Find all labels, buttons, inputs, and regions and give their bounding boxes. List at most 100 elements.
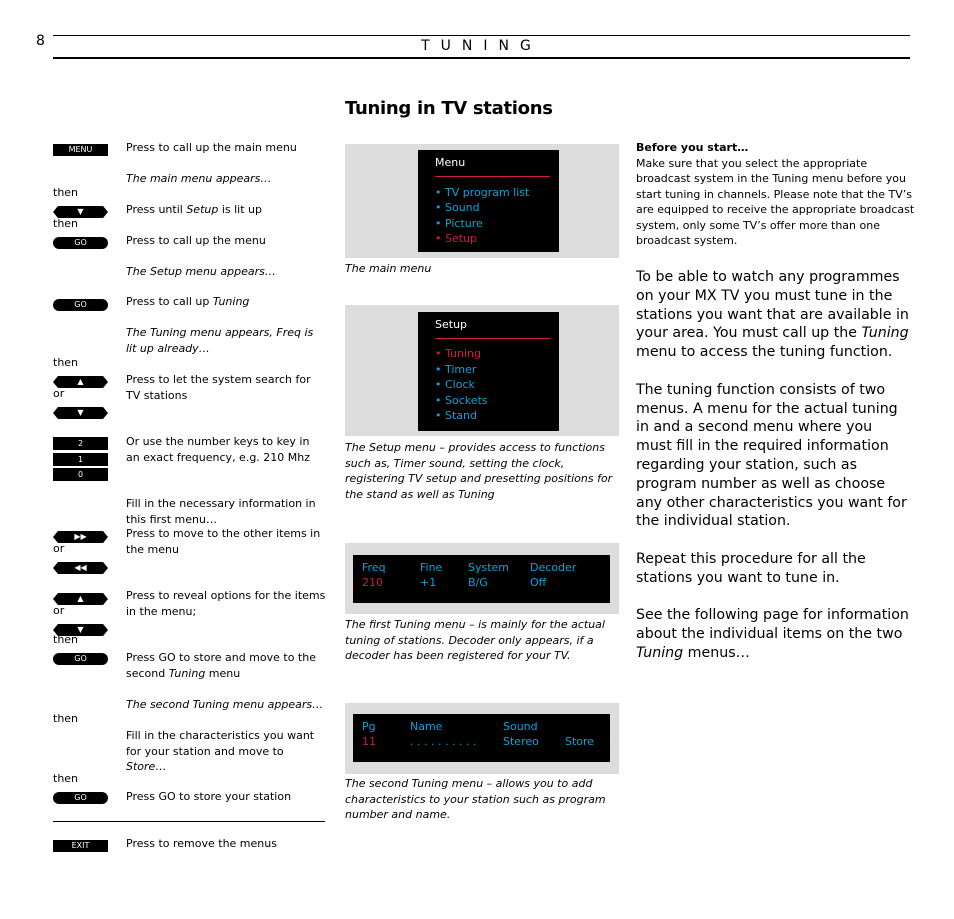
number-key-0: 0 xyxy=(53,468,108,481)
setup-menu-item-tuning: • Tuning xyxy=(435,347,481,360)
before-you-start-title: Before you start… xyxy=(636,141,749,154)
step-text: is lit up xyxy=(218,203,262,216)
step-note-second-tuning: The second Tuning menu appears… xyxy=(126,698,324,711)
setup-menu-screen: Setup • Tuning • Timer • Clock • Sockets… xyxy=(418,312,559,431)
connector-or: or xyxy=(53,604,65,617)
number-key-2: 2 xyxy=(53,437,108,450)
tuning-2-header-pg: Pg xyxy=(362,720,376,733)
menu-key: MENU xyxy=(53,144,108,156)
connector-or: or xyxy=(53,387,65,400)
section-title: TUNING xyxy=(421,38,542,54)
exit-key: EXIT xyxy=(53,840,108,852)
page-title: Tuning in TV stations xyxy=(345,98,553,119)
paragraph-tuning-function: The tuning function consists of two menu… xyxy=(636,381,907,530)
step-note-setup-menu: The Setup menu appears… xyxy=(126,265,276,278)
step-number-keys: Or use the number keys to key in an exac… xyxy=(126,435,311,464)
step-text: Press to call up xyxy=(126,295,213,308)
step-emphasis: Tuning xyxy=(168,666,206,680)
step-press-until-setup: Press until Setup is lit up xyxy=(126,202,326,218)
paragraph-repeat: Repeat this procedure for all the statio… xyxy=(636,550,866,586)
paragraph-see-following: See the following page for information a… xyxy=(636,606,911,662)
tuning-1-value-decoder: Off xyxy=(530,576,547,589)
step-remove-menus: Press to remove the menus xyxy=(126,837,277,850)
connector-or: or xyxy=(53,542,65,555)
main-menu-item-tv-program-list: • TV program list xyxy=(435,186,530,199)
tuning-1-header-freq: Freq xyxy=(362,561,386,574)
step-note-tuning-menu: The Tuning menu appears, Freq is lit up … xyxy=(126,326,314,355)
tuning-1-value-system: B/G xyxy=(468,576,488,589)
step-call-menu: Press to call up the menu xyxy=(126,234,266,247)
step-emphasis: Setup xyxy=(186,203,219,216)
go-key: GO xyxy=(53,237,108,249)
main-menu-item-sound: • Sound xyxy=(435,201,480,214)
number-key-1: 1 xyxy=(53,453,108,466)
step-store-move-second: Press GO to store and move to the second… xyxy=(126,650,326,681)
before-you-start: Before you start… Make sure that you sel… xyxy=(636,140,916,249)
step-note-fill-first-menu: Fill in the necessary information in thi… xyxy=(126,497,316,526)
tuning-2-value-pg: 11 xyxy=(362,735,376,748)
connector-then: then xyxy=(53,356,79,369)
connector-then: then xyxy=(53,633,79,646)
step-note-main-menu: The main menu appears… xyxy=(126,172,272,185)
step-store-station: Press GO to store your station xyxy=(126,790,292,803)
tuning-1-header-decoder: Decoder xyxy=(530,561,577,574)
tuning-2-value-name: . . . . . . . . . . xyxy=(410,735,477,748)
go-key: GO xyxy=(53,653,108,665)
tuning-1-header-fine: Fine xyxy=(420,561,443,574)
paragraph-emphasis: Tuning xyxy=(636,644,684,661)
step-text: menu xyxy=(205,666,241,680)
setup-menu-rule xyxy=(435,338,550,339)
setup-menu-panel: Setup • Tuning • Timer • Clock • Sockets… xyxy=(345,305,619,436)
step-move-items: Press to move to the other items in the … xyxy=(126,527,321,556)
setup-menu-item-clock: • Clock xyxy=(435,378,475,391)
paragraph-emphasis: Tuning xyxy=(861,325,909,342)
main-menu-screen: Menu • TV program list • Sound • Picture… xyxy=(418,150,559,252)
connector-then: then xyxy=(53,772,79,785)
step-emphasis: Store… xyxy=(126,760,167,773)
step-call-main-menu: Press to call up the main menu xyxy=(126,141,297,154)
tuning-menu-2-panel: Pg Name Sound 11 . . . . . . . . . . Ste… xyxy=(345,703,619,774)
paragraph-text: menus… xyxy=(683,644,750,661)
step-call-tuning: Press to call up Tuning xyxy=(126,294,326,310)
before-you-start-body: Make sure that you select the appropriat… xyxy=(636,156,915,248)
divider xyxy=(53,821,325,822)
main-menu-item-setup: • Setup xyxy=(435,232,478,245)
go-key: GO xyxy=(53,299,108,311)
go-key: GO xyxy=(53,792,108,804)
rewind-key: ◀◀ xyxy=(53,562,108,574)
main-menu-title: Menu xyxy=(435,156,466,169)
paragraph-intro: To be able to watch any programmes on yo… xyxy=(636,268,911,362)
tuning-1-value-freq: 210 xyxy=(362,576,383,589)
intro-text: To be able to watch any programmes on yo… xyxy=(636,268,911,663)
main-menu-rule xyxy=(435,176,550,177)
down-arrow-key: ▼ xyxy=(53,407,108,419)
setup-menu-item-timer: • Timer xyxy=(435,363,477,376)
step-text: Press until xyxy=(126,203,187,216)
tuning-menu-2-screen: Pg Name Sound 11 . . . . . . . . . . Ste… xyxy=(353,714,610,762)
step-search-stations: Press to let the system search for TV st… xyxy=(126,373,311,402)
tuning-menu-2-caption: The second Tuning menu – allows you to a… xyxy=(345,777,606,821)
main-menu-caption: The main menu xyxy=(345,262,432,275)
header-rule-top xyxy=(53,35,910,36)
setup-menu-item-sockets: • Sockets xyxy=(435,394,488,407)
tuning-menu-1-caption: The first Tuning menu – is mainly for th… xyxy=(345,618,605,662)
paragraph-text: menu to access the tuning function. xyxy=(636,344,893,361)
tuning-menu-1-screen: Freq Fine System Decoder 210 +1 B/G Off xyxy=(353,555,610,603)
tuning-2-header-name: Name xyxy=(410,720,443,733)
setup-menu-title: Setup xyxy=(435,318,468,331)
tuning-2-header-sound: Sound xyxy=(503,720,538,733)
paragraph-text: See the following page for information a… xyxy=(636,607,909,643)
tuning-2-store: Store xyxy=(565,735,595,748)
setup-menu-item-stand: • Stand xyxy=(435,409,477,422)
connector-then: then xyxy=(53,217,79,230)
tuning-1-value-fine: +1 xyxy=(420,576,437,589)
tuning-1-header-system: System xyxy=(468,561,510,574)
tuning-menu-1-panel: Freq Fine System Decoder 210 +1 B/G Off xyxy=(345,543,619,614)
step-emphasis: Tuning xyxy=(212,295,250,308)
main-menu-panel: Menu • TV program list • Sound • Picture… xyxy=(345,144,619,258)
step-fill-characteristics: Fill in the characteristics you want for… xyxy=(126,728,326,775)
page-number: 8 xyxy=(36,33,45,49)
tuning-2-value-sound: Stereo xyxy=(503,735,539,748)
step-text: Fill in the characteristics you want for… xyxy=(126,729,315,758)
step-reveal-options: Press to reveal options for the items in… xyxy=(126,589,326,618)
